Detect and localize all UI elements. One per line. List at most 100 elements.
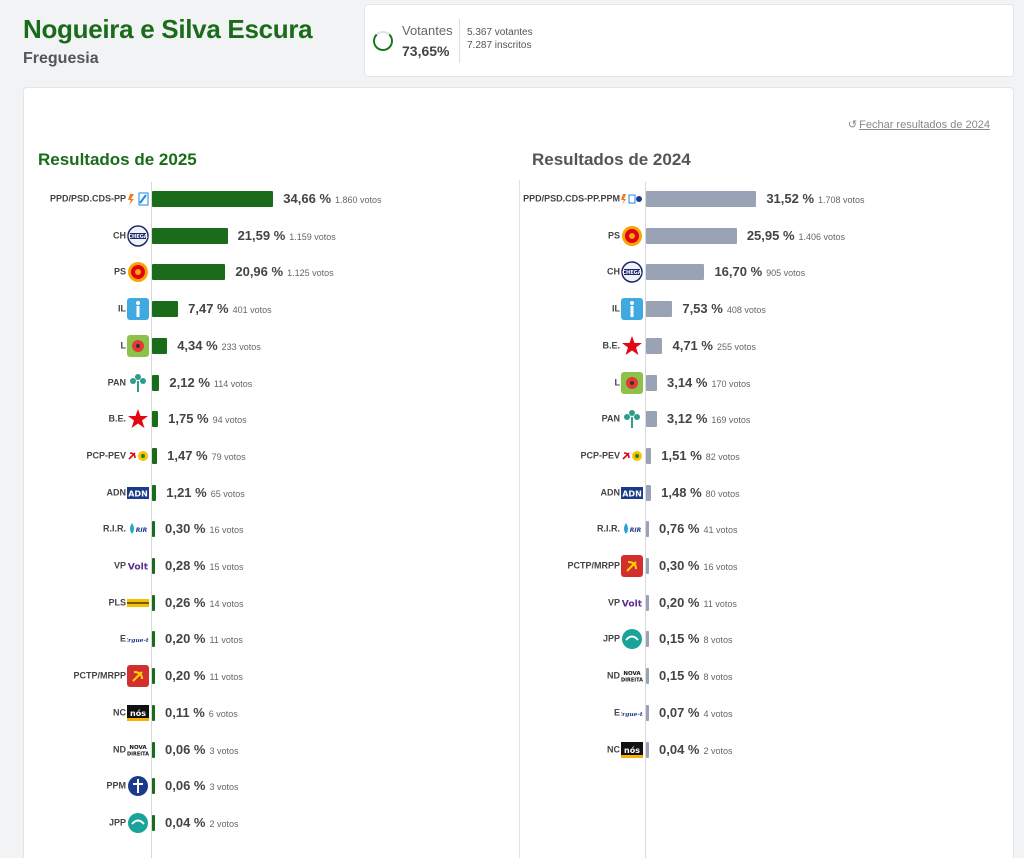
turnout-registered: 7.287 inscritos bbox=[467, 40, 532, 51]
votes-label: 4 votos bbox=[703, 708, 733, 719]
result-bar bbox=[646, 227, 737, 244]
party-name: VP bbox=[607, 597, 620, 608]
votes-label: 905 votos bbox=[766, 268, 806, 279]
party-name: PCTP/MRPP bbox=[567, 560, 620, 571]
party-name: ND bbox=[607, 670, 620, 681]
votes-label: 2 votos bbox=[209, 818, 239, 829]
result-bar bbox=[646, 337, 663, 354]
results-2024-title: Resultados de 2024 bbox=[532, 150, 691, 169]
turnout-divider bbox=[459, 19, 460, 63]
votes-label: 169 votos bbox=[711, 415, 751, 426]
percent-label: 0,76 % bbox=[659, 521, 700, 537]
party-name: CH bbox=[607, 266, 620, 277]
svg-text:RIR: RIR bbox=[630, 527, 642, 534]
result-value: 0,76 % 41 votos bbox=[659, 521, 738, 536]
votes-label: 8 votos bbox=[703, 672, 733, 683]
votes-label: 2 votos bbox=[703, 745, 733, 756]
result-bar bbox=[646, 447, 652, 464]
result-bar bbox=[646, 374, 657, 391]
municipality-type: Freguesia bbox=[23, 50, 99, 67]
turnout-percent: 73,65% bbox=[402, 43, 450, 59]
percent-label: 0,15 % bbox=[659, 631, 700, 647]
party-row: PPM 0,06 % 3 votos bbox=[24, 774, 504, 798]
results-card: ↺ Fechar resultados de 2024 Resultados de… bbox=[23, 87, 1014, 858]
percent-label: 7,53 % bbox=[682, 301, 723, 317]
party-row: ND NOVA DIREITA 0,15 % 8 votos bbox=[24, 664, 1004, 688]
percent-label: 1,48 % bbox=[661, 484, 702, 500]
result-value: 25,95 % 1.406 votos bbox=[747, 228, 845, 243]
party-row: JPP 0,04 % 2 votos bbox=[24, 811, 504, 835]
party-row: PCTP/MRPP 0,30 % 16 votos bbox=[24, 554, 1004, 578]
party-row: IL 7,53 % 408 votos bbox=[24, 297, 1004, 321]
party-name: PPD/PSD.CDS-PP.PPM bbox=[523, 193, 620, 204]
result-value: 0,04 % 2 votos bbox=[659, 742, 733, 757]
il-logo bbox=[621, 298, 643, 321]
result-bar bbox=[646, 594, 649, 611]
svg-text:nós: nós bbox=[624, 745, 640, 755]
votes-label: 408 votos bbox=[726, 305, 766, 316]
party-name: PS bbox=[607, 230, 620, 241]
psd-cds-ppm-logo bbox=[621, 188, 643, 210]
party-name: R.I.R. bbox=[596, 523, 620, 534]
turnout-voters: 5.367 votantes bbox=[467, 27, 533, 38]
party-name: NC bbox=[607, 744, 620, 754]
close-2024-results-link[interactable]: ↺ Fechar resultados de 2024 bbox=[848, 118, 990, 131]
party-name: PAN bbox=[601, 413, 620, 424]
percent-label: 0,04 % bbox=[165, 814, 206, 830]
party-name: ADN bbox=[600, 487, 621, 498]
svg-text:DIREITA: DIREITA bbox=[621, 678, 643, 684]
party-name: IL bbox=[612, 303, 620, 314]
percent-label: 0,07 % bbox=[659, 704, 700, 720]
votes-label: 80 votos bbox=[705, 488, 740, 499]
result-value: 31,52 % 1.708 votos bbox=[766, 191, 864, 206]
party-row: PPD/PSD.CDS-PP.PPM 31,52 % 1.708 votos bbox=[24, 187, 1004, 211]
livre-logo bbox=[621, 371, 643, 394]
party-name: E bbox=[613, 707, 620, 718]
percent-label: 31,52 % bbox=[766, 191, 815, 206]
votes-label: 16 votos bbox=[703, 562, 738, 572]
percent-label: 0,15 % bbox=[659, 668, 700, 684]
percent-label: 4,71 % bbox=[672, 337, 713, 353]
result-bar bbox=[152, 814, 155, 831]
party-name: B.E. bbox=[602, 340, 620, 351]
ppm-logo bbox=[127, 775, 149, 797]
svg-text:Ergue-te: Ergue-te bbox=[621, 711, 643, 718]
party-name: PPM bbox=[106, 780, 126, 791]
party-name: JPP bbox=[602, 633, 620, 644]
ps-logo bbox=[621, 225, 643, 247]
percent-label: 25,95 % bbox=[746, 227, 795, 243]
nc-logo: nós bbox=[621, 739, 643, 761]
pan-logo bbox=[621, 408, 643, 430]
party-row: VP Volt 0,20 % 11 votos bbox=[24, 591, 1004, 615]
votes-label: 8 votos bbox=[703, 635, 733, 646]
votes-label: 3 votos bbox=[209, 782, 239, 793]
result-bar bbox=[646, 704, 649, 721]
party-row: PAN 3,12 % 169 votos bbox=[24, 407, 1004, 431]
percent-label: 0,20 % bbox=[659, 594, 700, 610]
votes-label: 82 votos bbox=[705, 451, 740, 462]
chega-logo: CHEGA bbox=[621, 261, 643, 284]
party-name: JPP bbox=[108, 817, 126, 828]
close-2024-label: Fechar resultados de 2024 bbox=[859, 119, 990, 131]
municipality-title: Nogueira e Silva Escura bbox=[23, 14, 313, 44]
result-bar bbox=[646, 741, 649, 758]
party-row: JPP 0,15 % 8 votos bbox=[24, 627, 1004, 651]
result-bar bbox=[646, 521, 649, 538]
party-name: L bbox=[614, 377, 621, 387]
result-bar bbox=[646, 191, 757, 207]
result-value: 7,53 % 408 votos bbox=[682, 301, 766, 316]
svg-text:CHEGA: CHEGA bbox=[622, 270, 641, 276]
party-row: B.E. 4,71 % 255 votos bbox=[24, 334, 1004, 358]
result-bar bbox=[646, 668, 649, 685]
jpp-logo bbox=[127, 812, 149, 834]
turnout-ring-icon bbox=[373, 31, 393, 51]
result-bar bbox=[646, 301, 673, 318]
result-value: 0,15 % 8 votos bbox=[659, 631, 733, 646]
percent-label: 1,51 % bbox=[661, 447, 702, 463]
percent-label: 0,06 % bbox=[165, 778, 206, 794]
pctp-logo bbox=[621, 555, 643, 577]
votes-label: 170 votos bbox=[711, 378, 751, 389]
votes-label: 41 votos bbox=[703, 525, 738, 536]
party-row: R.I.R. RIR 0,76 % 41 votos bbox=[24, 517, 1004, 541]
party-row: L 3,14 % 170 votos bbox=[24, 371, 1004, 395]
